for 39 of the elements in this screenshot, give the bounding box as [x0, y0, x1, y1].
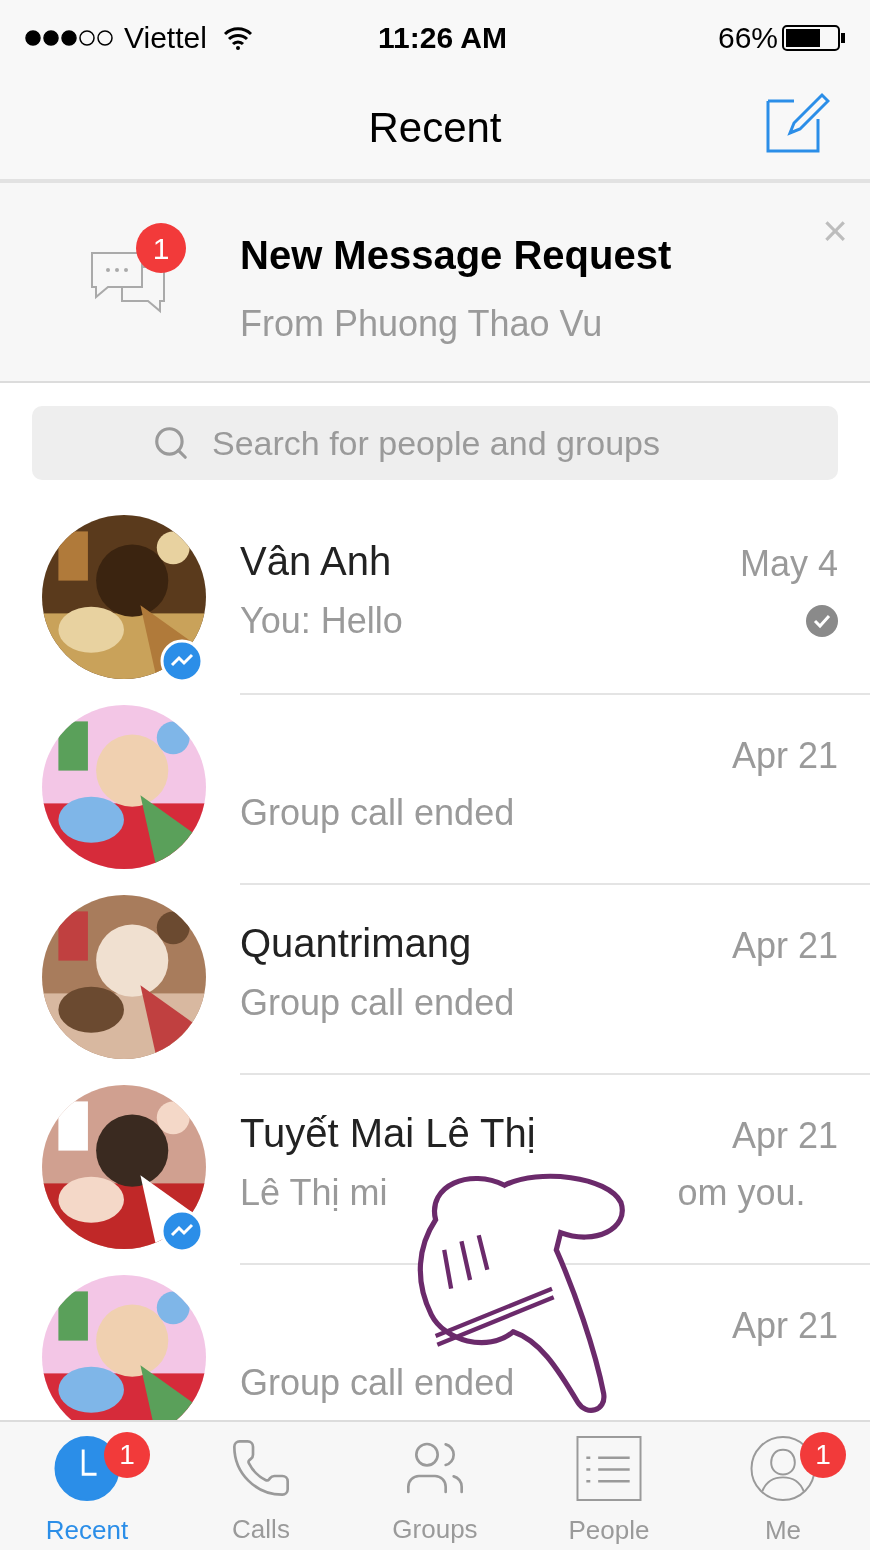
search-icon	[152, 424, 190, 462]
contact-name: Quantrimang	[240, 920, 472, 967]
signal-icon	[24, 28, 116, 47]
conversation-row[interactable]: Vân Anh May 4 You: Hello	[0, 503, 870, 693]
message-preview: Group call ended	[240, 1361, 515, 1405]
tab[interactable]: Calls	[174, 1422, 348, 1550]
wifi-icon	[222, 25, 253, 50]
message-date: Apr 21	[731, 734, 838, 778]
conversation-row[interactable]: Quantrimang Apr 21 Group call ended	[0, 883, 870, 1073]
request-count-badge: 1	[136, 223, 186, 273]
request-title: New Message Request	[240, 232, 672, 279]
notification-badge: 1	[104, 1432, 150, 1478]
battery-icon	[782, 24, 846, 51]
search-field[interactable]: Search for people and groups	[32, 406, 838, 480]
message-date: Apr 21	[731, 1304, 838, 1348]
message-date: May 4	[739, 542, 838, 586]
contact-name: Tuyết Mai Lê Thị	[240, 1110, 536, 1157]
screen-title: Recent	[368, 102, 502, 153]
list-icon	[576, 1436, 642, 1501]
message-preview: Lê Thị mi	[240, 1171, 388, 1215]
contact-name: Vân Anh	[240, 538, 392, 585]
message-preview: You: Hello	[240, 599, 403, 643]
tab[interactable]: Recent 1	[0, 1422, 174, 1550]
clock-time: 11:26 AM	[378, 20, 507, 56]
tab[interactable]: Me 1	[696, 1422, 870, 1550]
message-date: Apr 21	[731, 1114, 838, 1158]
message-request-banner[interactable]: 1 New Message Request From Phuong Thao Vu ×	[0, 183, 870, 383]
request-sender: From Phuong Thao Vu	[240, 302, 604, 346]
notification-badge: 1	[800, 1432, 846, 1478]
conversation-row[interactable]: Apr 21 Group call ended	[0, 693, 870, 883]
message-preview: Group call ended	[240, 981, 515, 1025]
tab[interactable]: Groups	[348, 1422, 522, 1550]
user-icon	[750, 1436, 816, 1501]
carrier-name: Viettel	[124, 20, 207, 56]
message-preview: Group call ended	[240, 791, 515, 835]
message-date: Apr 21	[731, 924, 838, 968]
message-preview: om you.	[677, 1171, 806, 1215]
tab[interactable]: People	[522, 1422, 696, 1550]
battery-percent: 66%	[717, 20, 778, 56]
